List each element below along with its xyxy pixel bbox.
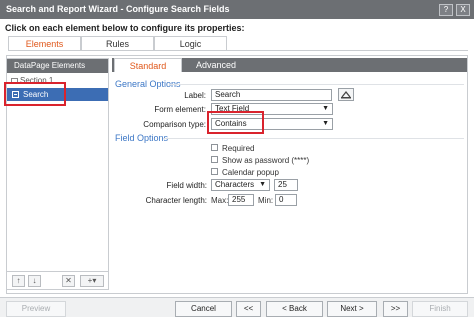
last-step-button[interactable]: >> [383, 301, 408, 317]
preview-button[interactable]: Preview [6, 301, 66, 317]
chevron-down-icon: ▼ [322, 105, 329, 112]
first-step-button[interactable]: << [236, 301, 261, 317]
tab-elements[interactable]: Elements [8, 36, 81, 51]
show-as-password-checkbox[interactable] [211, 156, 218, 163]
min-label: Min: [258, 196, 274, 205]
tab-logic[interactable]: Logic [154, 36, 227, 51]
window-title: Search and Report Wizard - Configure Sea… [6, 4, 230, 14]
required-checkbox[interactable] [211, 144, 218, 151]
add-element-button[interactable]: +▾ [80, 275, 104, 287]
field-width-label: Field width: [166, 181, 207, 190]
max-length-input[interactable]: 255 [228, 194, 254, 206]
delete-button[interactable]: ✕ [62, 275, 75, 287]
tab-rules[interactable]: Rules [81, 36, 154, 51]
close-button[interactable]: X [456, 4, 470, 16]
cancel-button[interactable]: Cancel [175, 301, 232, 317]
calendar-popup-label: Calendar popup [222, 168, 279, 177]
move-up-button[interactable]: ↑ [12, 275, 25, 287]
min-length-input[interactable]: 0 [275, 194, 297, 206]
property-tabs: Standard Advanced [112, 58, 467, 72]
required-label: Required [222, 144, 255, 153]
finish-button[interactable]: Finish [412, 301, 468, 317]
field-width-unit-select[interactable]: Characters ▼ [211, 179, 270, 191]
max-label: Max: [211, 196, 229, 205]
highlight-box-comparison [207, 111, 264, 134]
tab-standard[interactable]: Standard [114, 58, 182, 72]
chevron-down-icon: ▼ [322, 120, 329, 127]
wizard-button-bar: Preview Cancel << < Back Next > >> Finis… [0, 297, 474, 317]
form-element-label: Form element: [154, 105, 206, 114]
label-input[interactable]: Search [211, 89, 332, 101]
label-settings-button[interactable] [338, 88, 354, 101]
label-field-label: Label: [184, 91, 206, 100]
back-button[interactable]: < Back [266, 301, 323, 317]
character-length-label: Character length: [145, 196, 207, 205]
chevron-down-icon: ▼ [259, 181, 266, 188]
instruction-text: Click on each element below to configure… [5, 23, 245, 33]
move-down-button[interactable]: ↓ [28, 275, 41, 287]
tab-advanced[interactable]: Advanced [186, 58, 246, 72]
elements-toolbar: ↑ ↓ ✕ +▾ [7, 271, 108, 289]
window-titlebar: Search and Report Wizard - Configure Sea… [0, 0, 474, 19]
highlight-box-search [4, 82, 66, 106]
general-options-divider [170, 84, 464, 85]
calendar-popup-checkbox[interactable] [211, 168, 218, 175]
elements-panel-header: DataPage Elements [7, 59, 108, 73]
field-options-title: Field Options [115, 133, 169, 143]
field-width-unit-value: Characters [215, 180, 255, 189]
show-as-password-label: Show as password (****) [222, 156, 310, 165]
field-options-divider [163, 138, 464, 139]
field-width-input[interactable]: 25 [274, 179, 298, 191]
comparison-type-label: Comparison type: [143, 120, 206, 129]
next-button[interactable]: Next > [327, 301, 377, 317]
label-settings-icon [341, 90, 351, 99]
tabs-divider [8, 50, 468, 51]
help-button[interactable]: ? [439, 4, 453, 16]
